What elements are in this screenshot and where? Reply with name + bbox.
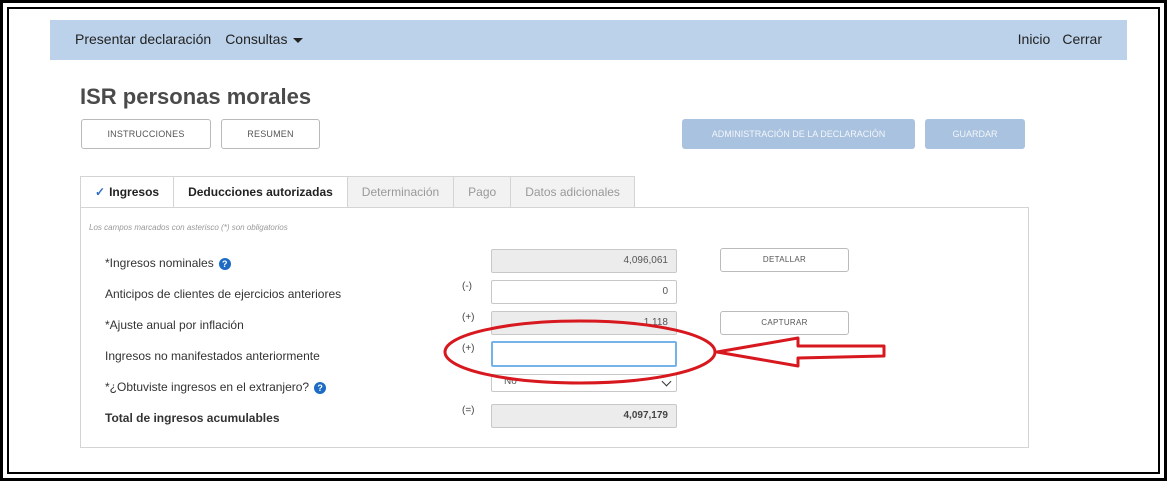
annotation-ellipse <box>443 319 717 385</box>
annotation-overlay <box>443 319 886 385</box>
annotation-arrow-icon <box>715 336 886 368</box>
